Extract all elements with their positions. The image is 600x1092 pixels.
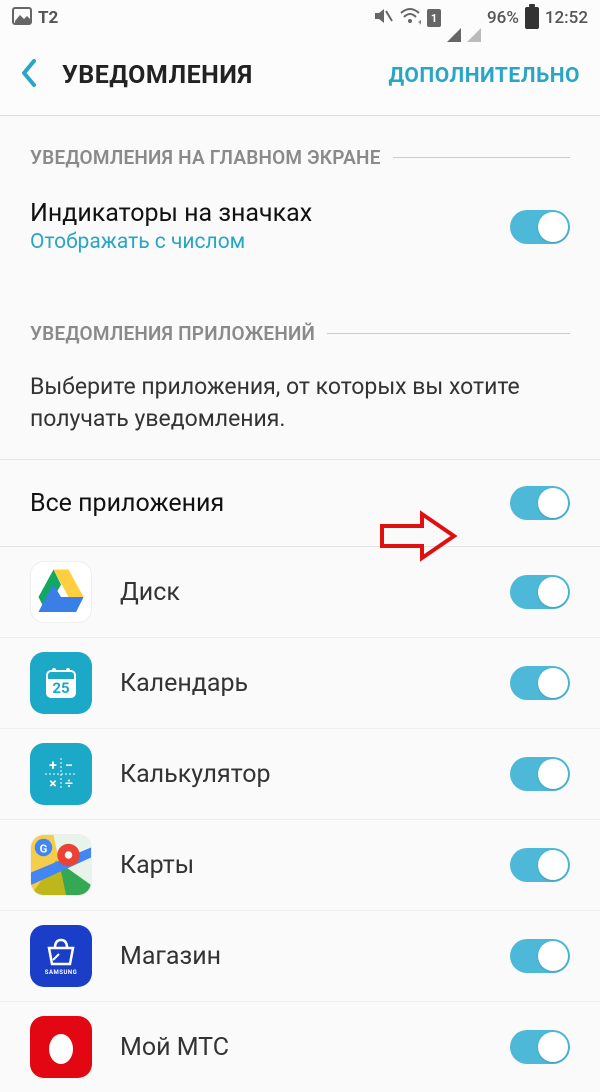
toggle-app-calculator[interactable] xyxy=(510,757,570,791)
svg-text:G: G xyxy=(40,843,48,856)
wifi-icon: + xyxy=(399,7,421,30)
svg-text:+: + xyxy=(418,18,421,25)
app-name: Карты xyxy=(120,851,510,880)
svg-text:+: + xyxy=(49,758,57,774)
status-bar: T2 + 1 96% 12:52 xyxy=(0,0,600,36)
toggle-app-drive[interactable] xyxy=(510,575,570,609)
sim1-icon: 1 xyxy=(427,9,441,27)
signal2-icon xyxy=(467,8,481,28)
row-title: Индикаторы на значках xyxy=(30,199,510,228)
app-name: Календарь xyxy=(120,669,510,698)
all-apps-label: Все приложения xyxy=(30,489,510,518)
mute-icon xyxy=(373,7,393,30)
section-description: Выберите приложения, от которых вы хотит… xyxy=(0,353,600,459)
toggle-app-mts[interactable] xyxy=(510,1030,570,1064)
calculator-icon: +−× ÷ xyxy=(30,743,92,805)
header-action-more[interactable]: ДОПОЛНИТЕЛЬНО xyxy=(388,64,580,88)
svg-text:25: 25 xyxy=(52,679,69,697)
app-name: Магазин xyxy=(120,942,510,971)
carrier-text: T2 xyxy=(38,8,58,28)
app-header: УВЕДОМЛЕНИЯ ДОПОЛНИТЕЛЬНО xyxy=(0,36,600,116)
battery-percent: 96% xyxy=(487,8,519,28)
row-subtitle: Отображать с числом xyxy=(30,230,510,254)
back-icon[interactable] xyxy=(20,57,38,95)
toggle-app-maps[interactable] xyxy=(510,848,570,882)
section-header-app-notifs: УВЕДОМЛЕНИЯ ПРИЛОЖЕНИЙ xyxy=(0,276,600,353)
clock-time: 12:52 xyxy=(545,8,588,28)
toggle-badge-indicators[interactable] xyxy=(510,210,570,244)
picture-icon xyxy=(12,7,32,30)
app-row-calendar[interactable]: 25 Календарь xyxy=(0,638,600,729)
toggle-all-apps[interactable] xyxy=(510,486,570,520)
battery-icon xyxy=(525,7,539,29)
signal1-icon xyxy=(447,8,461,28)
store-icon: SAMSUNG xyxy=(30,925,92,987)
app-row-calculator[interactable]: +−× ÷ Калькулятор xyxy=(0,729,600,820)
row-all-apps[interactable]: Все приложения xyxy=(0,459,600,547)
app-row-maps[interactable]: G Карты xyxy=(0,820,600,911)
svg-text:÷: ÷ xyxy=(65,776,73,792)
app-row-mts[interactable]: Мой МТС xyxy=(0,1002,600,1092)
drive-icon xyxy=(30,561,92,623)
svg-text:−: − xyxy=(65,758,73,774)
maps-icon: G xyxy=(30,834,92,896)
svg-text:×: × xyxy=(49,776,56,792)
toggle-app-calendar[interactable] xyxy=(510,666,570,700)
app-name: Диск xyxy=(120,578,510,607)
svg-text:SAMSUNG: SAMSUNG xyxy=(45,969,77,976)
app-name: Калькулятор xyxy=(120,760,510,789)
mts-icon xyxy=(30,1016,92,1078)
page-title: УВЕДОМЛЕНИЯ xyxy=(62,61,388,90)
toggle-app-store[interactable] xyxy=(510,939,570,973)
section-header-homescreen: УВЕДОМЛЕНИЯ НА ГЛАВНОМ ЭКРАНЕ xyxy=(0,116,600,177)
app-name: Мой МТС xyxy=(120,1033,510,1062)
app-row-drive[interactable]: Диск xyxy=(0,547,600,638)
calendar-icon: 25 xyxy=(30,652,92,714)
app-row-store[interactable]: SAMSUNG Магазин xyxy=(0,911,600,1002)
row-badge-indicators[interactable]: Индикаторы на значках Отображать с число… xyxy=(0,177,600,276)
